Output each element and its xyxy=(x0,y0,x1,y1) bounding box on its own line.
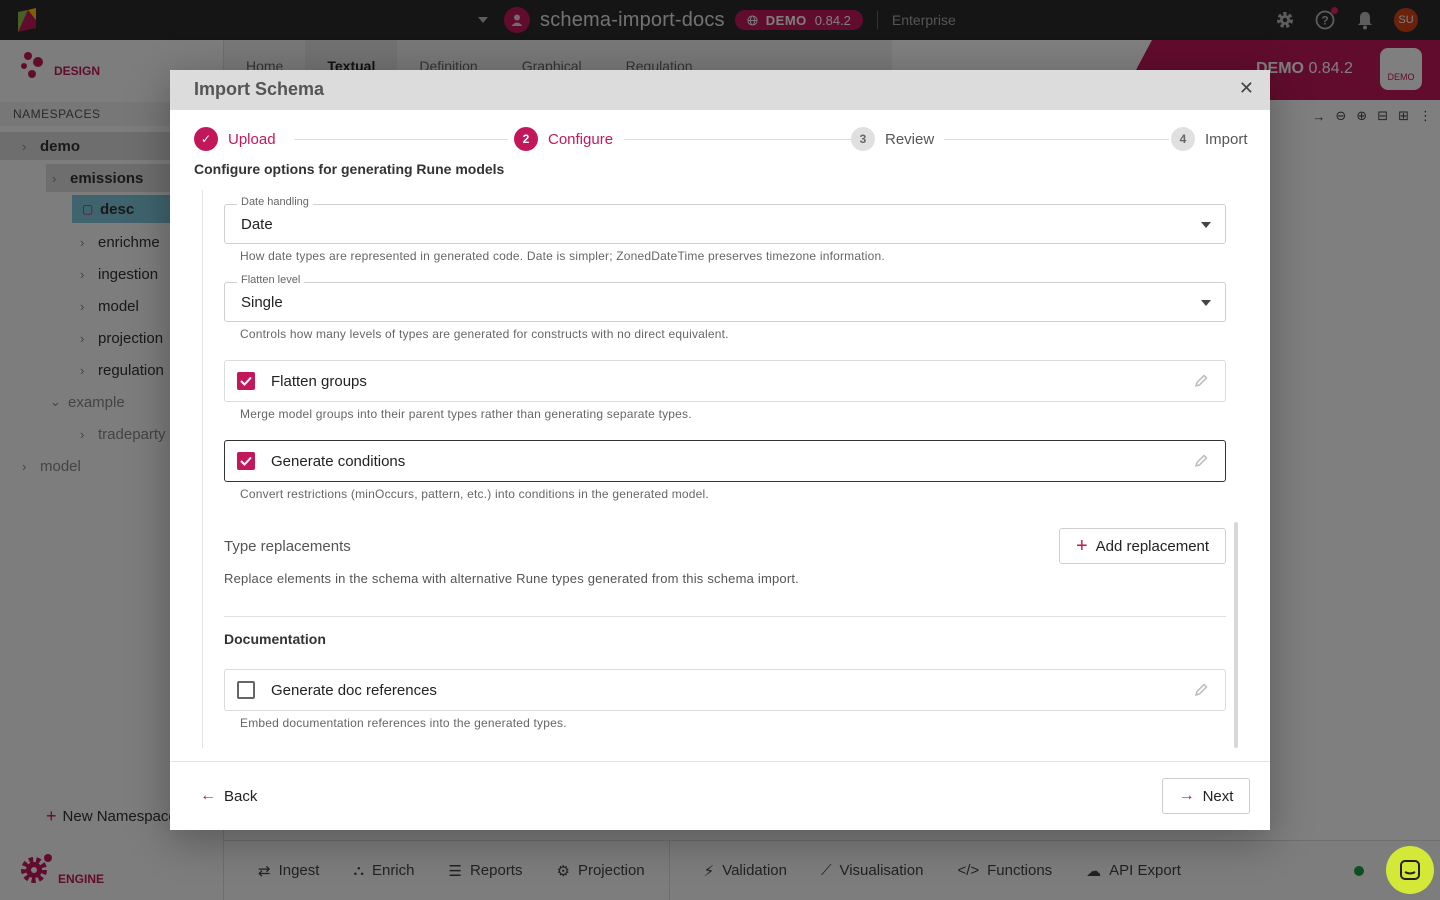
next-button[interactable]: → Next xyxy=(1162,778,1250,814)
step-import: 4 Import xyxy=(1171,127,1258,151)
scrollbar[interactable] xyxy=(1234,522,1238,748)
step-review: 3 Review xyxy=(851,127,945,151)
documentation-title: Documentation xyxy=(224,631,326,647)
plus-icon: + xyxy=(1075,535,1088,557)
stepper: ✓ Upload 2 Configure 3 Review 4 Import xyxy=(194,127,1258,151)
close-icon[interactable]: ✕ xyxy=(1239,78,1254,99)
dialog-subtitle: Configure options for generating Rune mo… xyxy=(194,161,505,177)
step-upload[interactable]: ✓ Upload xyxy=(194,127,286,151)
generate-doc-references-helper: Embed documentation references into the … xyxy=(240,716,567,730)
pencil-icon[interactable] xyxy=(1193,453,1209,469)
flatten-groups-option[interactable]: Flatten groups xyxy=(224,360,1226,402)
arrow-left-icon: ← xyxy=(200,787,216,804)
dialog-footer: ← Back → Next xyxy=(170,761,1270,830)
dropdown-caret-icon xyxy=(1201,300,1211,306)
add-replacement-button[interactable]: + Add replacement xyxy=(1059,528,1226,564)
pencil-icon[interactable] xyxy=(1193,373,1209,389)
check-icon xyxy=(240,376,252,386)
import-schema-dialog: Import Schema ✕ ✓ Upload 2 Configure 3 R… xyxy=(170,70,1270,830)
flatten-level-helper: Controls how many levels of types are ge… xyxy=(240,327,729,341)
options-scroll-area[interactable]: Date handling Date How date types are re… xyxy=(202,190,1242,748)
generate-conditions-option[interactable]: Generate conditions xyxy=(224,440,1226,482)
generate-conditions-helper: Convert restrictions (minOccurs, pattern… xyxy=(240,487,709,501)
generate-conditions-checkbox[interactable] xyxy=(237,452,255,470)
arrow-right-icon: → xyxy=(1178,787,1195,804)
pencil-icon[interactable] xyxy=(1193,682,1209,698)
flatten-groups-helper: Merge model groups into their parent typ… xyxy=(240,407,692,421)
date-handling-select[interactable]: Date handling Date xyxy=(224,196,1226,244)
flatten-groups-checkbox[interactable] xyxy=(237,372,255,390)
chat-icon xyxy=(1400,860,1420,880)
generate-doc-references-option[interactable]: Generate doc references xyxy=(224,669,1226,711)
step-configure[interactable]: 2 Configure xyxy=(514,127,624,151)
back-button[interactable]: ← Back xyxy=(200,787,257,805)
dialog-header: Import Schema ✕ xyxy=(170,70,1270,110)
chat-button[interactable] xyxy=(1386,846,1434,894)
type-replacements-description: Replace elements in the schema with alte… xyxy=(224,571,799,586)
check-icon: ✓ xyxy=(194,127,218,151)
dialog-title: Import Schema xyxy=(194,79,325,99)
check-icon xyxy=(240,456,252,466)
generate-doc-references-checkbox[interactable] xyxy=(237,681,255,699)
date-handling-helper: How date types are represented in genera… xyxy=(240,249,885,263)
flatten-level-select[interactable]: Flatten level Single xyxy=(224,274,1226,322)
dropdown-caret-icon xyxy=(1201,222,1211,228)
type-replacements-label: Type replacements xyxy=(224,538,351,555)
